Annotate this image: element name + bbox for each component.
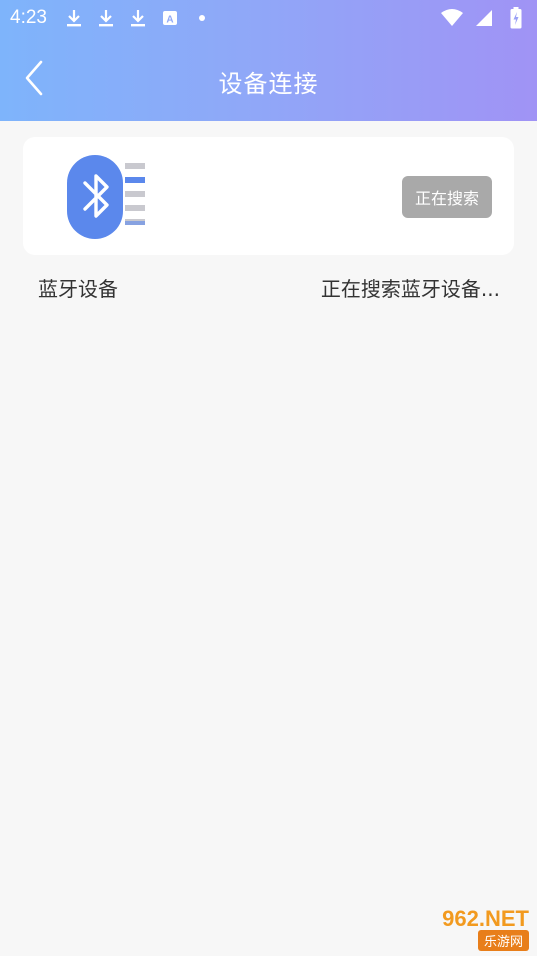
download-icon — [127, 7, 149, 29]
watermark-top: 962.NET — [442, 906, 529, 931]
status-bar: 4:23 A — [0, 0, 537, 36]
bluetooth-device-label: 蓝牙设备 — [38, 276, 118, 301]
navigation-bar: 设备连接 — [0, 44, 537, 116]
signal-icon — [473, 7, 495, 29]
bluetooth-icon — [67, 155, 147, 239]
status-right — [441, 7, 527, 29]
page-title: 设备连接 — [218, 70, 319, 98]
wifi-icon — [441, 7, 463, 29]
app-header: 4:23 A 设备连接 — [0, 0, 537, 121]
download-icon — [63, 7, 85, 29]
status-time: 4:23 — [10, 7, 47, 28]
searching-button[interactable]: 正在搜索 — [402, 176, 492, 218]
bluetooth-search-status: 正在搜索蓝牙设备... — [320, 276, 500, 301]
download-icon — [95, 7, 117, 29]
bluetooth-device-row: 蓝牙设备 正在搜索蓝牙设备... — [38, 272, 500, 302]
keyboard-a-icon: A — [159, 7, 181, 29]
site-watermark-logo: 962.NET 乐游网 — [399, 906, 529, 951]
battery-charging-icon — [505, 7, 527, 29]
watermark-bottom: 乐游网 — [477, 930, 529, 951]
svg-text:A: A — [166, 15, 173, 26]
dot-icon — [191, 7, 213, 29]
bluetooth-device-card: 正在搜索 — [23, 137, 514, 255]
